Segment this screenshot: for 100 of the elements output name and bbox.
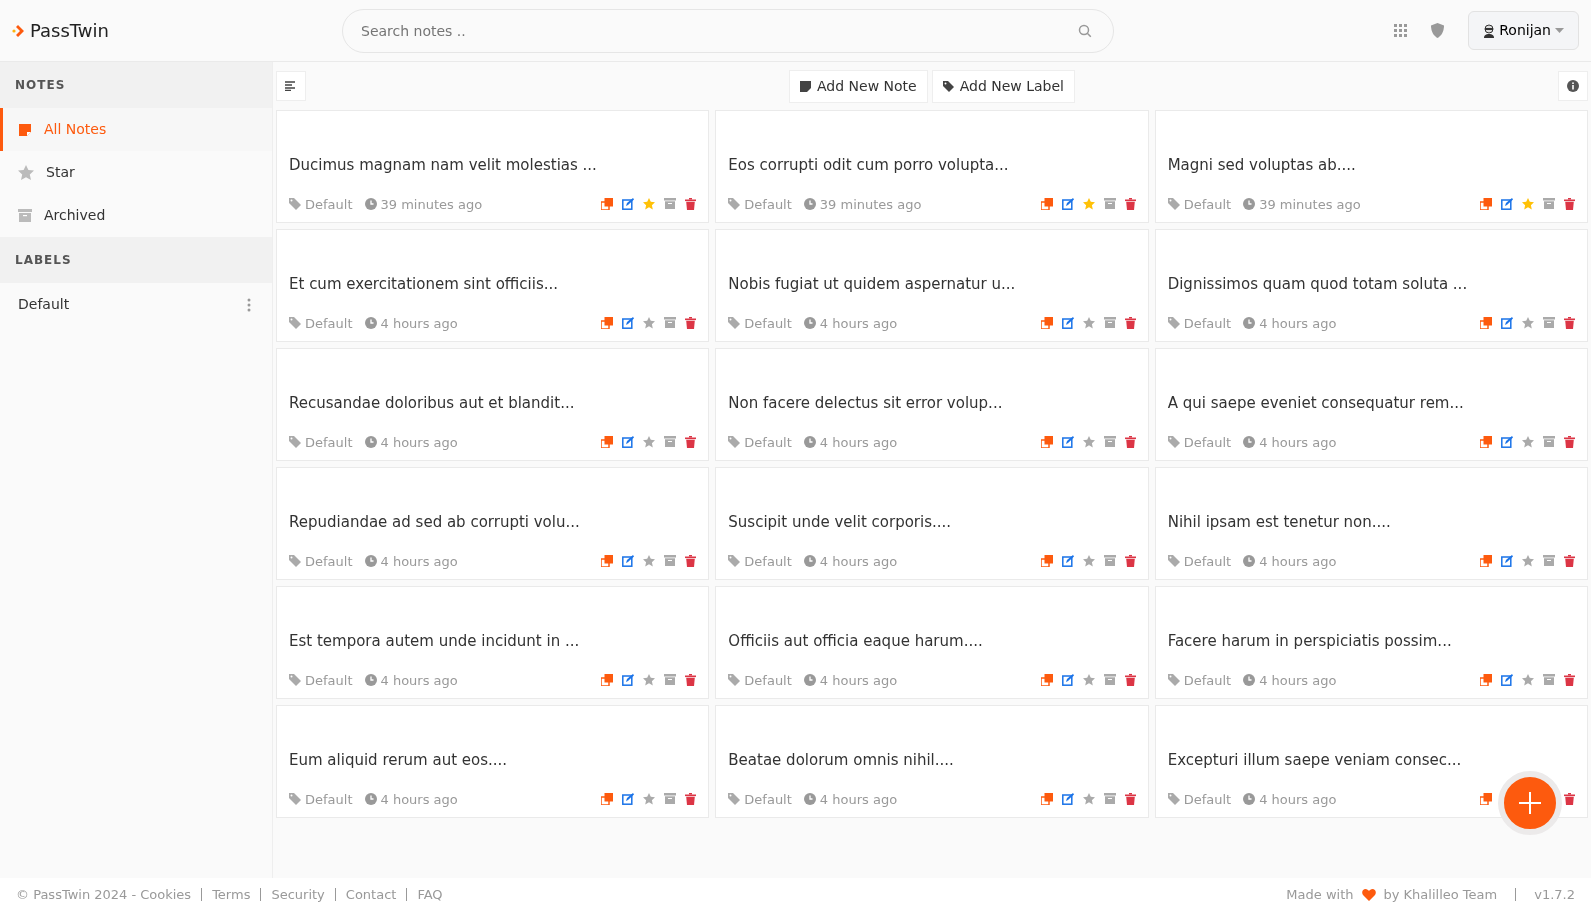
- note-card[interactable]: A qui saepe eveniet consequatur rem... Default 4 hours ago: [1154, 348, 1588, 461]
- note-card[interactable]: Non facere delectus sit error volup... Default 4 hours ago: [715, 348, 1149, 461]
- edit-icon[interactable]: [1061, 674, 1074, 687]
- note-card[interactable]: Eum aliquid rerum aut eos.... Default 4 hours ago: [276, 705, 710, 818]
- star-icon[interactable]: [643, 555, 656, 568]
- archive-icon[interactable]: [664, 674, 677, 686]
- edit-icon[interactable]: [1061, 555, 1074, 568]
- star-icon[interactable]: [1082, 317, 1095, 330]
- trash-icon[interactable]: [685, 555, 697, 568]
- user-menu-button[interactable]: Ronijan: [1468, 11, 1579, 50]
- archive-icon[interactable]: [1543, 555, 1555, 567]
- info-icon[interactable]: [1567, 80, 1579, 92]
- note-card[interactable]: Est tempora autem unde incidunt in ... Default 4 hours ago: [276, 586, 710, 699]
- archive-icon[interactable]: [664, 793, 677, 805]
- edit-icon[interactable]: [622, 317, 635, 330]
- trash-icon[interactable]: [1124, 793, 1136, 806]
- note-card[interactable]: Beatae dolorum omnis nihil.... Default 4 hours ago: [715, 705, 1149, 818]
- star-icon[interactable]: [1522, 198, 1534, 211]
- archive-icon[interactable]: [664, 555, 677, 567]
- copy-icon[interactable]: [601, 674, 614, 687]
- star-icon[interactable]: [643, 198, 656, 211]
- edit-icon[interactable]: [1061, 198, 1074, 211]
- star-icon[interactable]: [1082, 436, 1095, 449]
- sidebar-item[interactable]: Star: [0, 151, 272, 194]
- copy-icon[interactable]: [1480, 436, 1492, 449]
- note-card[interactable]: Magni sed voluptas ab.... Default 39 minutes ago: [1154, 110, 1588, 223]
- archive-icon[interactable]: [664, 317, 677, 329]
- star-icon[interactable]: [1082, 555, 1095, 568]
- trash-icon[interactable]: [1124, 436, 1136, 449]
- add-label-button[interactable]: Add New Label: [931, 69, 1075, 103]
- trash-icon[interactable]: [1564, 793, 1575, 806]
- note-card[interactable]: Dignissimos quam quod totam soluta ... Default 4 hours ago: [1154, 229, 1588, 342]
- star-icon[interactable]: [1082, 793, 1095, 806]
- copy-icon[interactable]: [1480, 317, 1492, 330]
- menu-icon[interactable]: [285, 81, 297, 91]
- edit-icon[interactable]: [622, 436, 635, 449]
- copy-icon[interactable]: [1040, 793, 1053, 806]
- note-card[interactable]: Nihil ipsam est tenetur non.... Default 4 hours ago: [1154, 467, 1588, 580]
- search-field[interactable]: Search notes ..: [342, 8, 1114, 53]
- edit-icon[interactable]: [1501, 674, 1513, 687]
- copy-icon[interactable]: [1480, 198, 1492, 211]
- edit-icon[interactable]: [622, 793, 635, 806]
- archive-icon[interactable]: [1103, 555, 1116, 567]
- trash-icon[interactable]: [685, 317, 697, 330]
- edit-icon[interactable]: [1501, 555, 1513, 568]
- sidebar-toggle-button[interactable]: [276, 71, 306, 101]
- star-icon[interactable]: [1082, 674, 1095, 687]
- copy-icon[interactable]: [1040, 317, 1053, 330]
- star-icon[interactable]: [1522, 555, 1534, 568]
- trash-icon[interactable]: [1564, 555, 1575, 568]
- add-note-button[interactable]: Add New Note: [789, 69, 928, 103]
- copy-icon[interactable]: [1040, 436, 1053, 449]
- archive-icon[interactable]: [1103, 674, 1116, 686]
- edit-icon[interactable]: [1501, 436, 1513, 449]
- archive-icon[interactable]: [1543, 317, 1555, 329]
- trash-icon[interactable]: [1124, 198, 1136, 211]
- info-button[interactable]: [1558, 71, 1588, 101]
- star-icon[interactable]: [643, 793, 656, 806]
- archive-icon[interactable]: [1543, 198, 1555, 210]
- note-card[interactable]: Eos corrupti odit cum porro volupta... Default 39 minutes ago: [715, 110, 1149, 223]
- archive-icon[interactable]: [1103, 436, 1116, 448]
- copy-icon[interactable]: [601, 793, 614, 806]
- edit-icon[interactable]: [1501, 317, 1513, 330]
- edit-icon[interactable]: [1501, 198, 1513, 211]
- edit-icon[interactable]: [622, 555, 635, 568]
- note-card[interactable]: Suscipit unde velit corporis.... Default 4 hours ago: [715, 467, 1149, 580]
- star-icon[interactable]: [1522, 317, 1534, 330]
- more-options-icon[interactable]: [247, 297, 251, 312]
- note-card[interactable]: Excepturi illum saepe veniam consec... Default 4 hours ago: [1154, 705, 1588, 818]
- archive-icon[interactable]: [1543, 436, 1555, 448]
- shield-icon[interactable]: [1431, 23, 1445, 38]
- sidebar-item[interactable]: Default: [0, 283, 272, 326]
- archive-icon[interactable]: [1543, 674, 1555, 686]
- note-card[interactable]: Recusandae doloribus aut et blandit... Default 4 hours ago: [276, 348, 710, 461]
- note-card[interactable]: Facere harum in perspiciatis possim... Default 4 hours ago: [1154, 586, 1588, 699]
- copy-icon[interactable]: [1040, 555, 1053, 568]
- plus-icon[interactable]: [1519, 792, 1541, 814]
- edit-icon[interactable]: [622, 674, 635, 687]
- edit-icon[interactable]: [1061, 436, 1074, 449]
- copy-icon[interactable]: [1040, 198, 1053, 211]
- star-icon[interactable]: [1082, 198, 1095, 211]
- trash-icon[interactable]: [685, 198, 697, 211]
- note-card[interactable]: Ducimus magnam nam velit molestias ... Default 39 minutes ago: [276, 110, 710, 223]
- note-card[interactable]: Et cum exercitationem sint officiis... Default 4 hours ago: [276, 229, 710, 342]
- apps-grid-icon[interactable]: [1394, 24, 1408, 37]
- star-icon[interactable]: [1522, 436, 1534, 449]
- trash-icon[interactable]: [1124, 555, 1136, 568]
- star-icon[interactable]: [1522, 674, 1534, 687]
- trash-icon[interactable]: [1564, 198, 1575, 211]
- copy-icon[interactable]: [601, 436, 614, 449]
- note-card[interactable]: Nobis fugiat ut quidem aspernatur u... Default 4 hours ago: [715, 229, 1149, 342]
- archive-icon[interactable]: [664, 436, 677, 448]
- trash-icon[interactable]: [685, 793, 697, 806]
- copy-icon[interactable]: [601, 198, 614, 211]
- star-icon[interactable]: [643, 674, 656, 687]
- star-icon[interactable]: [643, 436, 656, 449]
- trash-icon[interactable]: [1124, 674, 1136, 687]
- edit-icon[interactable]: [1061, 317, 1074, 330]
- archive-icon[interactable]: [664, 198, 677, 210]
- note-card[interactable]: Officiis aut officia eaque harum.... Default 4 hours ago: [715, 586, 1149, 699]
